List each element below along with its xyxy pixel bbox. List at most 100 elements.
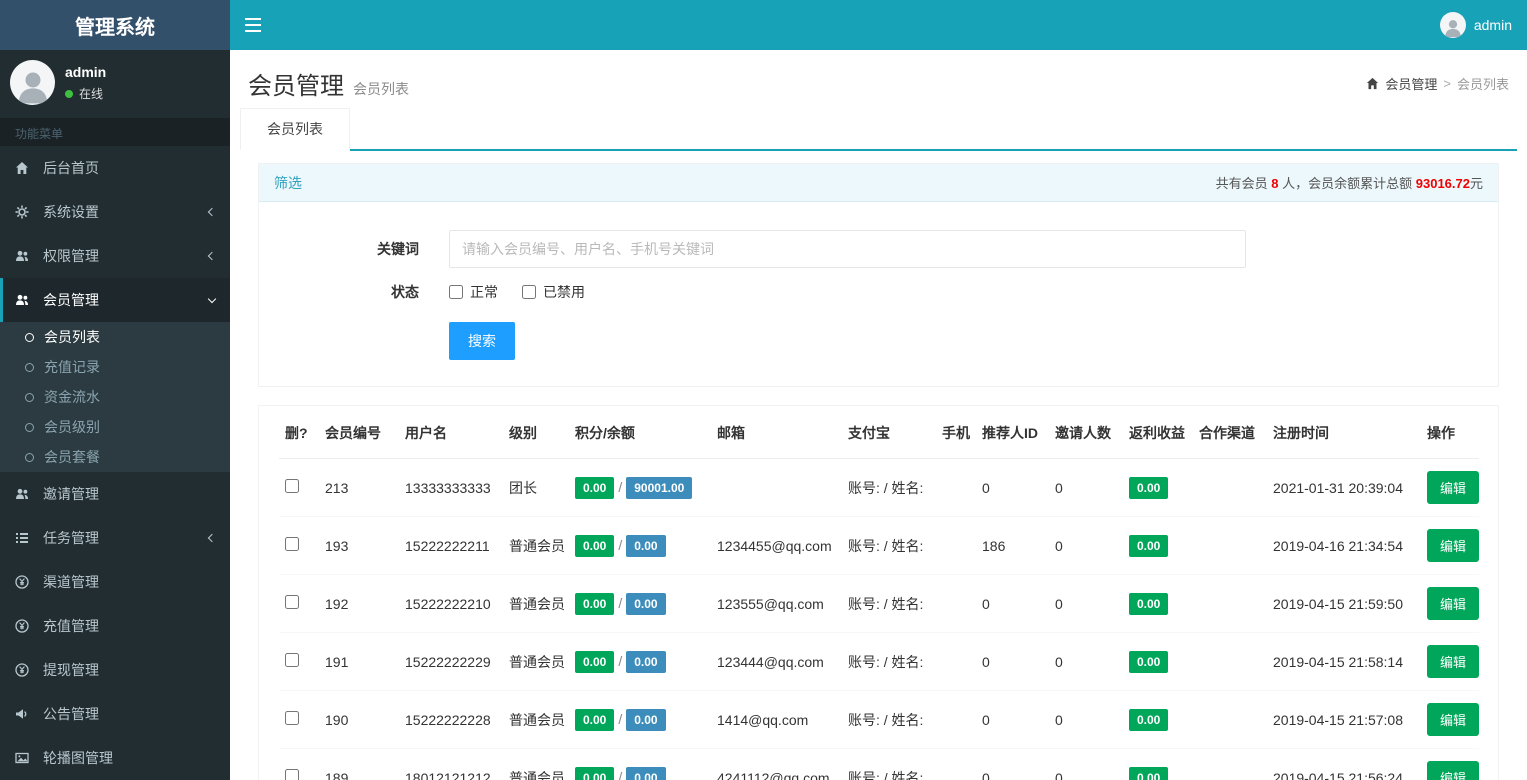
sidebar-item-home[interactable]: 后台首页 — [0, 146, 230, 190]
filter-panel-title[interactable]: 筛选 — [274, 173, 302, 193]
cell-register-time: 2019-04-15 21:57:08 — [1267, 690, 1421, 749]
page-title: 会员管理 — [248, 72, 344, 100]
edit-button[interactable]: 编辑 — [1427, 645, 1479, 678]
cell-channel — [1193, 458, 1267, 517]
cell-email — [711, 458, 842, 517]
cell-rebate: 0.00 — [1123, 516, 1193, 575]
cell-phone — [936, 516, 976, 575]
search-button[interactable]: 搜索 — [449, 322, 515, 360]
sidebar-item-carousel[interactable]: 轮播图管理 — [0, 736, 230, 780]
edit-button[interactable]: 编辑 — [1427, 761, 1479, 780]
cell-phone — [936, 574, 976, 633]
sidebar-user-status[interactable]: 在线 — [65, 85, 106, 102]
submenu-item-member-levels[interactable]: 会员级别 — [0, 412, 230, 442]
cell-points-balance: 0.00/0.00 — [569, 632, 711, 691]
coin-icon — [15, 663, 35, 677]
cell-level: 普通会员 — [503, 516, 569, 575]
table-row: 189 18012121212 普通会员 0.00/0.00 4241112@q… — [279, 748, 1479, 780]
cell-channel — [1193, 748, 1267, 780]
edit-button[interactable]: 编辑 — [1427, 529, 1479, 562]
cell-member-id: 193 — [319, 516, 399, 575]
balance-badge: 0.00 — [626, 650, 666, 673]
image-icon — [15, 751, 35, 765]
members-submenu: 会员列表 充值记录 资金流水 会员级别 会员套餐 — [0, 322, 230, 472]
sidebar-item-withdrawals[interactable]: 提现管理 — [0, 648, 230, 692]
cell-points-balance: 0.00/0.00 — [569, 748, 711, 780]
sidebar-item-tasks[interactable]: 任务管理 — [0, 516, 230, 560]
sidebar-item-system-settings[interactable]: 系统设置 — [0, 190, 230, 234]
sidebar-item-recharge[interactable]: 充值管理 — [0, 604, 230, 648]
member-summary: 共有会员 8 人，会员余额累计总额 93016.72元 — [1215, 176, 1483, 191]
cell-alipay: 账号: / 姓名: — [842, 458, 936, 517]
edit-button[interactable]: 编辑 — [1427, 703, 1479, 736]
row-checkbox[interactable] — [285, 769, 299, 780]
chevron-left-icon — [207, 533, 217, 543]
status-checkbox-normal[interactable]: 正常 — [449, 282, 498, 302]
cell-referrer: 0 — [976, 574, 1049, 633]
rebate-badge: 0.00 — [1129, 534, 1169, 557]
cell-referrer: 0 — [976, 748, 1049, 780]
checkbox[interactable] — [522, 285, 536, 299]
sidebar-user-panel: admin 在线 — [0, 50, 230, 118]
submenu-item-member-packages[interactable]: 会员套餐 — [0, 442, 230, 472]
submenu-item-fund-flow[interactable]: 资金流水 — [0, 382, 230, 412]
cell-member-id: 213 — [319, 458, 399, 517]
cell-member-id: 190 — [319, 690, 399, 749]
row-checkbox[interactable] — [285, 537, 299, 551]
chevron-left-icon — [207, 251, 217, 261]
table-row: 190 15222222228 普通会员 0.00/0.00 1414@qq.c… — [279, 690, 1479, 749]
hamburger-icon[interactable] — [230, 0, 276, 50]
points-badge: 0.00 — [575, 708, 615, 731]
chevron-left-icon — [207, 207, 217, 217]
cell-username: 15222222211 — [399, 516, 503, 575]
content-header: 会员管理 会员列表 会员管理 > 会员列表 — [230, 50, 1527, 110]
col-email: 邮箱 — [711, 408, 842, 459]
cell-invites: 0 — [1049, 690, 1123, 749]
cell-referrer: 0 — [976, 632, 1049, 691]
checkbox[interactable] — [449, 285, 463, 299]
cell-email: 1414@qq.com — [711, 690, 842, 749]
cell-rebate: 0.00 — [1123, 632, 1193, 691]
cell-username: 18012121212 — [399, 748, 503, 780]
tab-member-list[interactable]: 会员列表 — [240, 108, 350, 151]
cell-referrer: 186 — [976, 516, 1049, 575]
submenu-item-recharge-records[interactable]: 充值记录 — [0, 352, 230, 382]
points-badge: 0.00 — [575, 534, 615, 557]
cell-level: 普通会员 — [503, 690, 569, 749]
sidebar: admin 在线 功能菜单 后台首页 系统设置 权限管理 会员管理 会员列表 充… — [0, 50, 230, 780]
bullhorn-icon — [15, 707, 35, 721]
sidebar-item-channels[interactable]: 渠道管理 — [0, 560, 230, 604]
breadcrumb-home[interactable]: 会员管理 — [1385, 74, 1437, 93]
keyword-input[interactable] — [449, 230, 1246, 268]
table-row: 191 15222222229 普通会员 0.00/0.00 123444@qq… — [279, 632, 1479, 691]
tab-bar: 会员列表 — [240, 108, 1517, 151]
sidebar-item-permissions[interactable]: 权限管理 — [0, 234, 230, 278]
cell-channel — [1193, 632, 1267, 691]
edit-button[interactable]: 编辑 — [1427, 587, 1479, 620]
balance-badge: 0.00 — [626, 592, 666, 615]
submenu-item-member-list[interactable]: 会员列表 — [0, 322, 230, 352]
cell-username: 15222222228 — [399, 690, 503, 749]
row-checkbox[interactable] — [285, 595, 299, 609]
status-checkbox-disabled[interactable]: 已禁用 — [522, 282, 585, 302]
topbar-user-menu[interactable]: admin — [1425, 12, 1527, 38]
row-checkbox[interactable] — [285, 653, 299, 667]
cell-rebate: 0.00 — [1123, 574, 1193, 633]
cell-level: 普通会员 — [503, 574, 569, 633]
sidebar-item-invites[interactable]: 邀请管理 — [0, 472, 230, 516]
col-phone: 手机 — [936, 408, 976, 459]
filter-panel-header: 筛选 共有会员 8 人，会员余额累计总额 93016.72元 — [259, 164, 1498, 202]
cell-channel — [1193, 574, 1267, 633]
cell-member-id: 191 — [319, 632, 399, 691]
user-avatar-icon — [1439, 12, 1466, 38]
row-checkbox[interactable] — [285, 711, 299, 725]
cell-phone — [936, 632, 976, 691]
member-table-panel: 删? 会员编号 用户名 级别 积分/余额 邮箱 支付宝 手机 推荐人ID 邀请人… — [258, 405, 1499, 780]
brand-logo[interactable]: 管理系统 — [0, 0, 230, 50]
col-register-time: 注册时间 — [1267, 408, 1421, 459]
row-checkbox[interactable] — [285, 479, 299, 493]
cell-email: 123555@qq.com — [711, 574, 842, 633]
edit-button[interactable]: 编辑 — [1427, 471, 1479, 504]
sidebar-item-announcements[interactable]: 公告管理 — [0, 692, 230, 736]
sidebar-item-members[interactable]: 会员管理 — [0, 278, 230, 322]
